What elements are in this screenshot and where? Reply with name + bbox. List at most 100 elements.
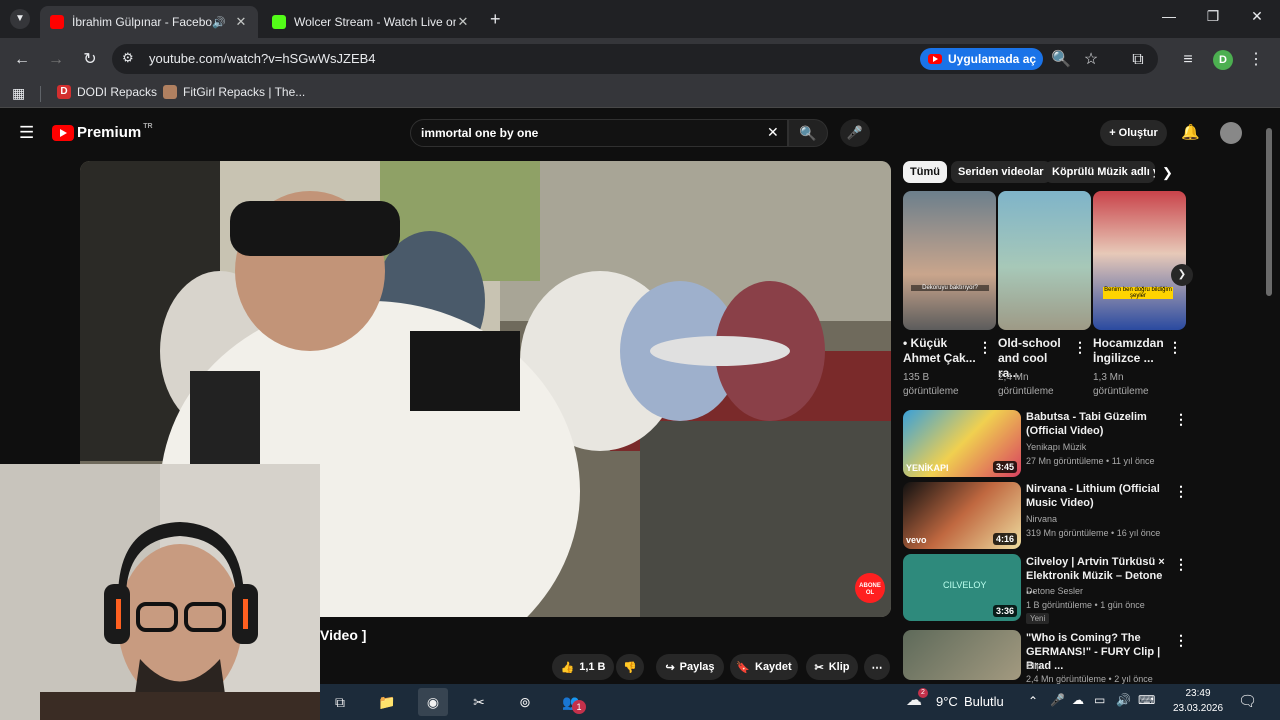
shorts-next-button[interactable]: ❯ (1171, 264, 1193, 286)
short-thumbnail[interactable] (998, 191, 1091, 330)
more-vertical-icon[interactable]: ⋮ (1174, 632, 1188, 649)
teams-icon[interactable]: 👥 1 (556, 688, 586, 716)
weather-temperature[interactable]: 9°C (936, 694, 958, 709)
notification-center-icon[interactable]: 🗨 (1238, 692, 1257, 710)
more-vertical-icon[interactable]: ⋮ (1168, 339, 1182, 356)
close-icon[interactable]: ✕ (234, 14, 248, 30)
short-thumbnail[interactable]: Benim ben doğru bildiğim şeyler (1093, 191, 1186, 330)
task-view-icon[interactable]: ⧉ (325, 688, 355, 716)
reload-button[interactable]: ↻ (80, 50, 100, 70)
open-in-app-label: Uygulamada aç (948, 52, 1037, 66)
taskbar-clock[interactable]: 23:49 23.03.2026 (1172, 686, 1224, 716)
bookmark-star-icon[interactable]: ☆ (1081, 50, 1101, 70)
tray-chevron-icon[interactable]: ⌃ (1028, 694, 1038, 708)
create-button[interactable]: + Oluştur (1100, 120, 1167, 146)
subscribe-badge[interactable]: ABONE OL (855, 573, 885, 603)
tab-title: Wolcer Stream - Watch Live on (294, 15, 456, 29)
duration-badge: 3:36 (992, 605, 1017, 617)
recommendation-thumbnail[interactable]: vevo 4:16 (903, 482, 1021, 549)
recommendation-thumbnail[interactable] (903, 630, 1021, 680)
short-thumbnail[interactable]: Dekoruyu baktırıyor? (903, 191, 996, 330)
save-button[interactable]: 🔖 Kaydet (730, 654, 798, 680)
recommendation-thumbnail[interactable]: YENİKAPI 3:45 (903, 410, 1021, 477)
webcam-overlay (0, 464, 320, 720)
channel-name[interactable]: Nirvana (1026, 514, 1057, 524)
more-vertical-icon[interactable]: ⋮ (978, 339, 992, 356)
recommendation-title[interactable]: Nirvana - Lithium (Official Music Video) (1026, 482, 1171, 510)
extensions-icon[interactable]: ⧉ (1128, 50, 1148, 70)
clock-date: 23.03.2026 (1172, 703, 1224, 714)
volume-tray-icon[interactable]: 🔊 (1116, 693, 1131, 707)
weather-icon[interactable]: ☁ 2 (906, 688, 928, 710)
more-vertical-icon[interactable]: ⋮ (1073, 339, 1087, 356)
close-window-button[interactable]: ✕ (1234, 8, 1280, 30)
url-text[interactable]: youtube.com/watch?v=hSGwWsJZEB4 (149, 51, 376, 66)
more-vertical-icon[interactable]: ⋮ (1174, 411, 1188, 428)
clip-button[interactable]: ✂ Klip (806, 654, 858, 680)
apps-grid-icon[interactable]: ▦ (12, 85, 25, 102)
site-info-icon[interactable]: ⚙ (122, 50, 134, 66)
channel-name[interactable]: Detone Sesler (1026, 586, 1083, 596)
close-icon[interactable]: ✕ (456, 14, 470, 30)
account-avatar[interactable] (1220, 122, 1242, 144)
wifi-tray-icon[interactable]: ▭ (1094, 693, 1105, 707)
short-title[interactable]: Hocamızdan İngilizce ... (1093, 336, 1165, 366)
bookmark-dodi[interactable]: D DODI Repacks (57, 85, 157, 99)
bookmark-fitgirl[interactable]: FitGirl Repacks | The... (163, 85, 305, 99)
chip-series[interactable]: Seriden videolar (951, 161, 1051, 183)
channel-name[interactable]: Yenikapı Müzik (1026, 442, 1086, 452)
search-button[interactable]: 🔍 (788, 119, 828, 147)
dislike-button[interactable]: 👎 (616, 654, 644, 680)
tab-wolcer-stream[interactable]: Wolcer Stream - Watch Live on ✕ (262, 6, 480, 38)
mic-tray-icon[interactable]: 🎤 (1050, 693, 1065, 707)
dodi-icon: D (57, 85, 71, 99)
youtube-premium-logo[interactable]: Premium TR (52, 123, 153, 141)
back-button[interactable]: ← (12, 50, 32, 70)
youtube-icon (50, 15, 64, 29)
chrome-icon[interactable]: ◉ (418, 688, 448, 716)
forward-button[interactable]: → (46, 50, 66, 70)
media-control-icon[interactable]: ≡ (1178, 50, 1198, 70)
teams-badge: 1 (572, 700, 586, 714)
notifications-bell-icon[interactable]: 🔔 (1181, 123, 1200, 141)
more-actions-button[interactable]: ⋯ (864, 654, 890, 680)
more-vertical-icon[interactable]: ⋮ (1174, 483, 1188, 500)
short-views: 1,3 Mn görüntüleme (1093, 372, 1149, 397)
capcut-icon[interactable]: ✂ (464, 688, 494, 716)
profile-avatar[interactable]: D (1213, 50, 1233, 70)
duration-badge: 3:45 (992, 461, 1017, 473)
recommendation-thumbnail[interactable]: CILVELOY 3:36 (903, 554, 1021, 621)
channel-name[interactable]: Clip (1026, 661, 1042, 671)
keyboard-tray-icon[interactable]: ⌨ (1138, 693, 1155, 707)
tab-facebook[interactable]: İbrahim Gülpınar - Facebook 🔊 ✕ (40, 6, 258, 38)
thumbnail-text: YENİKAPI (906, 463, 949, 473)
restore-button[interactable]: ❐ (1190, 8, 1236, 30)
like-button[interactable]: 👍 1,1 B (552, 654, 614, 680)
recommendation-title[interactable]: Babutsa - Tabi Güzelim (Official Video) (1026, 410, 1171, 438)
short-title[interactable]: • Küçük Ahmet Çak... (903, 336, 983, 366)
zoom-icon[interactable]: 🔍 (1051, 50, 1071, 70)
search-input[interactable]: immortal one by one (410, 119, 788, 147)
video-meta: 319 Mn görüntüleme • 16 yıl önce (1026, 528, 1161, 538)
network-tray-icon[interactable]: ☁ (1072, 693, 1084, 707)
chrome-menu-icon[interactable]: ⋮ (1246, 50, 1266, 70)
recorder-icon[interactable]: ⊚ (510, 688, 540, 716)
tab-search-button[interactable]: ▼ (10, 9, 30, 29)
weather-description[interactable]: Bulutlu (964, 694, 1004, 709)
open-in-app-button[interactable]: Uygulamada aç (920, 48, 1043, 70)
voice-search-button[interactable]: 🎤 (840, 119, 870, 147)
save-label: Kaydet (755, 661, 792, 673)
hamburger-menu-icon[interactable]: ☰ (19, 123, 34, 143)
share-button[interactable]: ↪ Paylaş (656, 654, 724, 680)
minimize-button[interactable]: — (1146, 8, 1192, 30)
clear-search-icon[interactable]: ✕ (767, 124, 779, 141)
recommendation-title[interactable]: "Who is Coming? The GERMANS!" - FURY Cli… (1026, 631, 1171, 673)
chip-all[interactable]: Tümü (903, 161, 947, 183)
speaker-icon[interactable]: 🔊 (212, 16, 226, 29)
chip-channel[interactable]: Köprülü Müzik adlı yü (1045, 161, 1155, 183)
new-tab-button[interactable]: + (490, 9, 501, 30)
page-scrollbar[interactable] (1266, 128, 1272, 296)
more-vertical-icon[interactable]: ⋮ (1174, 556, 1188, 573)
chevron-right-icon[interactable]: ❯ (1162, 165, 1173, 181)
file-explorer-icon[interactable]: 📁 (372, 688, 402, 716)
